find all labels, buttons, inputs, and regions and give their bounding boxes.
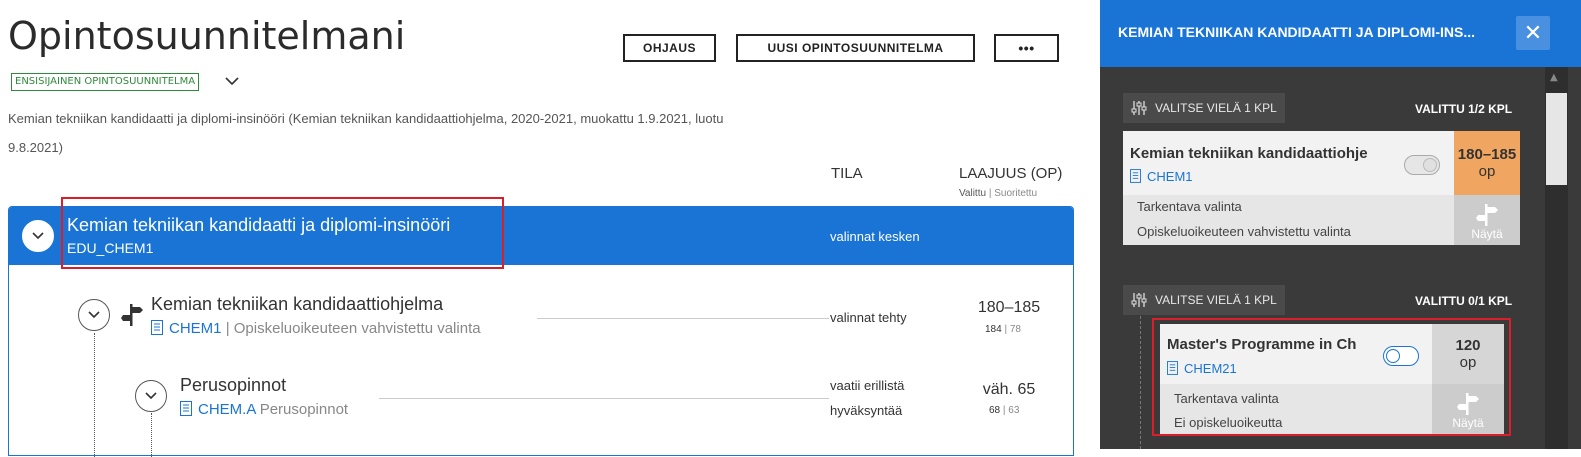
panel-title: KEMIAN TEKNIIKAN KANDIDAATTI JA DIPLOMI-… — [1118, 24, 1475, 40]
done-credits: 63 — [1008, 405, 1020, 416]
panel-header: KEMIAN TEKNIIKAN KANDIDAATTI JA DIPLOMI-… — [1100, 0, 1581, 67]
primary-plan-badge: ENSISIJAINEN OPINTOSUUNNITELMA — [11, 73, 200, 91]
option-line1: Tarkentava valinta — [1137, 199, 1242, 214]
highlight-box — [1152, 318, 1511, 436]
show-label: Näytä — [1471, 227, 1503, 241]
option-toggle[interactable] — [1404, 155, 1440, 175]
tree-connector — [151, 413, 152, 457]
module-code[interactable]: CHEM.A — [198, 401, 256, 418]
close-button[interactable]: ✕ — [1516, 16, 1550, 50]
sliders-icon — [1131, 293, 1147, 307]
column-header-credits: LAAJUUS (OP) — [959, 165, 1063, 182]
signpost-icon — [1476, 204, 1498, 226]
chevron-down-icon — [32, 232, 44, 240]
chosen-credits: 184 — [985, 324, 1002, 335]
row-divider — [379, 398, 829, 399]
select-remaining-label: VALITSE VIELÄ 1 KPL — [1123, 285, 1285, 315]
select-remaining-label: VALITSE VIELÄ 1 KPL — [1123, 93, 1285, 123]
tree-connector — [94, 333, 95, 457]
collapse-button[interactable] — [135, 380, 167, 412]
separator: | — [225, 320, 230, 337]
option-title[interactable]: Kemian tekniikan kandidaattiohje — [1130, 145, 1382, 162]
scrollbar-thumb[interactable] — [1546, 93, 1567, 185]
group-connector — [1140, 316, 1141, 449]
module-title[interactable]: Perusopinnot — [180, 375, 286, 396]
option-line2: Opiskeluoikeuteen vahvistettu valinta — [1137, 224, 1351, 239]
column-header-status: TILA — [831, 165, 863, 182]
option-credits: 180–185 op — [1454, 131, 1520, 195]
option-credit-unit: op — [1478, 163, 1496, 180]
option-card: Kemian tekniikan kandidaattiohje CHEM1 1… — [1123, 131, 1520, 245]
programme-subtitle: CHEM1 | Opiskeluoikeuteen vahvistettu va… — [151, 320, 481, 337]
column-subheader: Valittu | Suoritettu — [959, 188, 1038, 199]
programme-code[interactable]: CHEM1 — [169, 320, 222, 337]
programme-credits: 180–185 — [977, 299, 1041, 316]
show-button[interactable]: Näytä — [1454, 195, 1520, 245]
programme-credit-breakdown: 184 | 78 — [985, 324, 1021, 335]
more-options-button[interactable]: ••• — [994, 34, 1059, 62]
module-note: Perusopinnot — [259, 401, 349, 418]
programme-title[interactable]: Kemian tekniikan kandidaattiohjelma — [151, 294, 443, 315]
highlight-box — [61, 197, 504, 269]
chevron-down-icon — [88, 311, 100, 319]
signpost-icon — [121, 304, 143, 326]
document-icon — [151, 320, 163, 335]
chevron-down-icon — [145, 392, 157, 400]
programme-note: Opiskeluoikeuteen vahvistettu valinta — [233, 320, 481, 337]
row-divider — [537, 318, 829, 319]
page-title: Opintosuunnitelmani — [8, 14, 406, 58]
chosen-label: Valittu — [959, 188, 987, 199]
chevron-down-icon[interactable] — [224, 73, 240, 89]
select-remaining-text: VALITSE VIELÄ 1 KPL — [1155, 293, 1277, 307]
document-icon — [180, 401, 192, 416]
scroll-up-icon[interactable]: ▲ — [1550, 72, 1558, 83]
option-code[interactable]: CHEM1 — [1147, 169, 1193, 184]
select-remaining-text: VALITSE VIELÄ 1 KPL — [1155, 101, 1277, 115]
done-credits: 78 — [1009, 324, 1021, 335]
sliders-icon — [1131, 101, 1147, 115]
study-plan-main: Opintosuunnitelmani ENSISIJAINEN OPINTOS… — [0, 0, 1090, 457]
option-code-row: CHEM1 — [1130, 169, 1193, 184]
programme-state: valinnat tehty — [830, 310, 907, 325]
selection-panel: KEMIAN TEKNIIKAN KANDIDAATTI JA DIPLOMI-… — [1100, 0, 1581, 449]
guidance-button[interactable]: OHJAUS — [623, 34, 716, 62]
option-credit-value: 180–185 — [1457, 146, 1517, 163]
document-icon — [1130, 169, 1141, 183]
collapse-button[interactable] — [78, 299, 110, 331]
completed-label: Suoritettu — [994, 188, 1038, 199]
module-state-line1: vaatii erillistä — [830, 378, 905, 393]
close-icon: ✕ — [1523, 20, 1543, 46]
chosen-credits: 68 — [989, 405, 1001, 416]
module-credits: väh. 65 — [982, 381, 1036, 398]
plan-description: Kemian tekniikan kandidaatti ja diplomi-… — [8, 111, 724, 155]
chosen-count: VALITTU 0/1 KPL — [1415, 294, 1513, 308]
module-state-line2: hyväksyntää — [830, 403, 903, 418]
collapse-button[interactable] — [22, 220, 54, 252]
module-credit-breakdown: 68 | 63 — [989, 405, 1020, 416]
module-subtitle: CHEM.A Perusopinnot — [180, 401, 348, 418]
chosen-count: VALITTU 1/2 KPL — [1415, 102, 1513, 116]
root-state: valinnat kesken — [830, 229, 920, 244]
module-state: vaatii erillistä hyväksyntää — [830, 373, 904, 423]
new-study-plan-button[interactable]: UUSI OPINTOSUUNNITELMA — [736, 34, 975, 62]
